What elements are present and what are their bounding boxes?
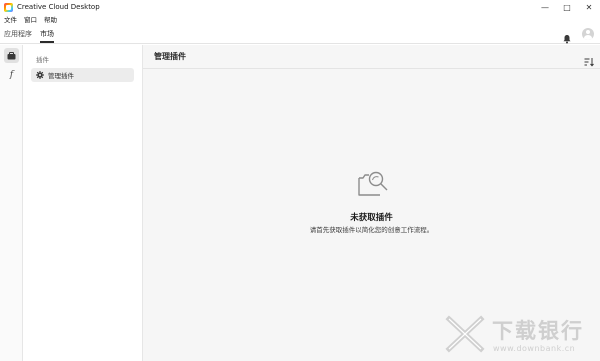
watermark-url: www.downbank.cn: [493, 344, 576, 353]
menu-window[interactable]: 窗口: [24, 14, 37, 24]
avatar[interactable]: [582, 28, 594, 40]
maximize-button[interactable]: □: [556, 0, 578, 14]
watermark: 下载银行 www.downbank.cn: [443, 312, 595, 358]
empty-state-title: 未获取插件: [350, 213, 393, 223]
top-navigation: 应用程序 市场: [0, 24, 600, 44]
watermark-text: 下载银行: [492, 319, 584, 343]
menu-help[interactable]: 帮助: [44, 14, 57, 24]
close-button[interactable]: ✕: [578, 0, 600, 14]
fonts-f-icon[interactable]: f: [4, 67, 19, 82]
title-bar: Creative Cloud Desktop — □ ✕: [0, 0, 600, 14]
sidebar: 插件 管理插件: [23, 45, 143, 361]
bell-icon[interactable]: [562, 29, 572, 44]
empty-state-description: 请首先获取插件以简化您的创意工作流程。: [309, 226, 434, 234]
left-rail: f: [0, 45, 23, 361]
plugins-box-icon[interactable]: [4, 48, 19, 63]
gear-icon: [36, 71, 44, 79]
creative-cloud-logo-icon: [4, 2, 13, 12]
window-controls: — □ ✕: [534, 0, 600, 14]
fonts-glyph: f: [9, 69, 14, 80]
sidebar-item-manage-plugins[interactable]: 管理插件: [31, 68, 134, 82]
watermark-logo-icon: [443, 314, 487, 354]
window-title: Creative Cloud Desktop: [17, 3, 100, 11]
tab-marketplace[interactable]: 市场: [40, 24, 54, 44]
tab-apps[interactable]: 应用程序: [4, 24, 32, 44]
menu-file[interactable]: 文件: [4, 14, 17, 24]
folder-search-icon: [355, 168, 391, 198]
sidebar-heading: 插件: [36, 56, 49, 64]
minimize-button[interactable]: —: [534, 0, 556, 14]
sidebar-item-label: 管理插件: [48, 72, 74, 80]
menu-bar: 文件 窗口 帮助: [0, 14, 600, 24]
